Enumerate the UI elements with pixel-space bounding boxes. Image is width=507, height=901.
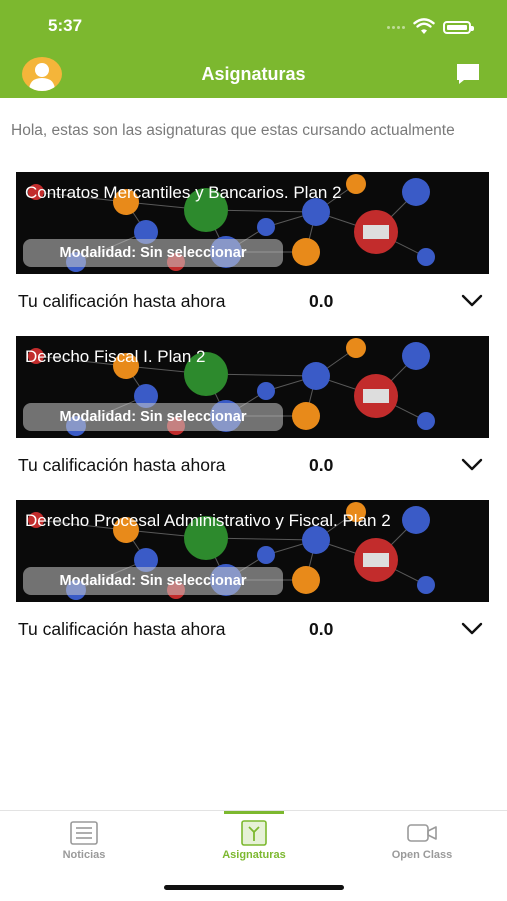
course-title: Contratos Mercantiles y Bancarios. Plan …	[25, 183, 342, 202]
grade-value: 0.0	[309, 291, 334, 311]
modalidad-badge[interactable]: Modalidad: Sin seleccionar	[23, 239, 283, 267]
course-card[interactable]: Derecho Procesal Administrativo y Fiscal…	[16, 500, 489, 656]
app-header: 5:37 Asignaturas	[0, 0, 507, 98]
status-time: 5:37	[48, 16, 83, 35]
tab-label: Noticias	[62, 849, 106, 861]
chevron-down-icon[interactable]	[461, 294, 483, 308]
chevron-down-icon[interactable]	[461, 458, 483, 472]
course-banner[interactable]: Derecho Fiscal I. Plan 2 Modalidad: Sin …	[16, 336, 489, 438]
modalidad-badge[interactable]: Modalidad: Sin seleccionar	[23, 403, 283, 431]
chat-icon[interactable]	[455, 62, 481, 86]
wifi-icon	[413, 18, 435, 34]
grade-label: Tu calificación hasta ahora	[18, 455, 226, 475]
grade-label: Tu calificación hasta ahora	[18, 619, 226, 639]
home-indicator[interactable]	[164, 885, 344, 890]
page-title: Asignaturas	[201, 64, 306, 84]
tab-label: Asignaturas	[222, 849, 286, 861]
course-title: Derecho Fiscal I. Plan 2	[25, 347, 206, 366]
book-icon	[241, 820, 267, 846]
battery-icon	[443, 20, 474, 34]
chevron-down-icon[interactable]	[461, 622, 483, 636]
tab-open-class[interactable]: Open Class	[362, 819, 482, 861]
video-camera-icon	[407, 824, 437, 842]
course-banner[interactable]: Derecho Procesal Administrativo y Fiscal…	[16, 500, 489, 602]
status-icons	[387, 18, 474, 36]
grade-value: 0.0	[309, 455, 334, 475]
course-card[interactable]: Derecho Fiscal I. Plan 2 Modalidad: Sin …	[16, 336, 489, 492]
signal-icon	[387, 25, 405, 29]
grade-label: Tu calificación hasta ahora	[18, 291, 226, 311]
grade-row[interactable]: Tu calificación hasta ahora 0.0	[16, 274, 489, 328]
course-card[interactable]: Contratos Mercantiles y Bancarios. Plan …	[16, 172, 489, 328]
tab-label: Open Class	[391, 849, 453, 861]
newspaper-icon	[70, 821, 98, 845]
tab-asignaturas[interactable]: Asignaturas	[194, 819, 314, 861]
active-tab-indicator	[224, 811, 284, 814]
course-banner[interactable]: Contratos Mercantiles y Bancarios. Plan …	[16, 172, 489, 274]
intro-text: Hola, estas son las asignaturas que esta…	[11, 122, 455, 139]
course-title: Derecho Procesal Administrativo y Fiscal…	[25, 511, 391, 530]
grade-row[interactable]: Tu calificación hasta ahora 0.0	[16, 438, 489, 492]
grade-value: 0.0	[309, 619, 334, 639]
grade-row[interactable]: Tu calificación hasta ahora 0.0	[16, 602, 489, 656]
modalidad-badge[interactable]: Modalidad: Sin seleccionar	[23, 567, 283, 595]
tab-noticias[interactable]: Noticias	[24, 819, 144, 861]
